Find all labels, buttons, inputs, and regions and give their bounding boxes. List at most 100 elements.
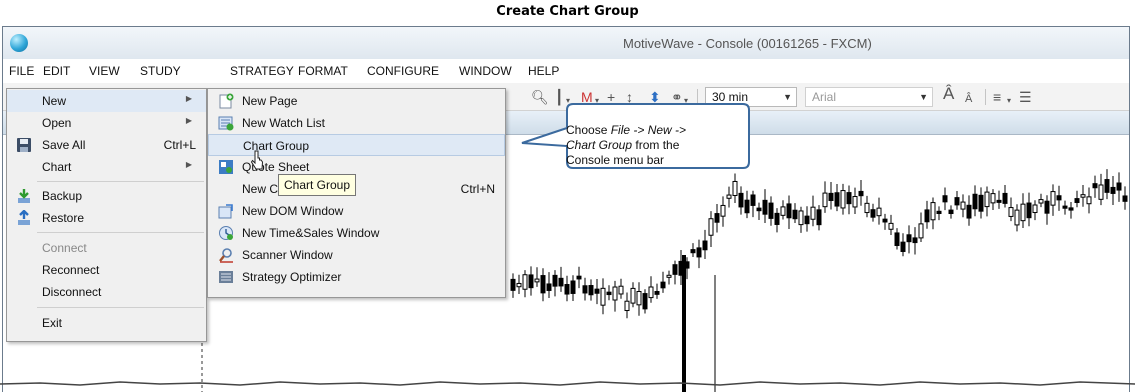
candle-body — [1026, 202, 1032, 219]
title-bar: MotiveWave - Console (00161265 - FXCM) — [3, 27, 1129, 59]
candle-body — [660, 281, 666, 289]
callout-text: Choose File -> New -> Chart Group from t… — [566, 123, 726, 168]
watch-list-icon — [218, 116, 234, 131]
candle-body — [1038, 199, 1044, 204]
candle-body — [636, 291, 642, 306]
new-menu-new-dom-window[interactable]: New DOM Window — [208, 200, 505, 222]
file-menu-chart[interactable]: Chart ▶ — [7, 156, 206, 178]
candle-body — [618, 285, 624, 295]
candle-body — [552, 274, 558, 287]
menu-strategy[interactable]: STRATEGY — [230, 64, 294, 78]
chevron-down-icon: ▼ — [919, 92, 928, 102]
line-style-icon[interactable]: ≡ — [993, 87, 1001, 107]
file-menu-new[interactable]: New ▶ — [7, 90, 206, 112]
candle-body — [972, 193, 978, 210]
candle-body — [882, 218, 888, 223]
candle-body — [870, 209, 876, 218]
candle-body — [798, 210, 804, 226]
file-menu-reconnect[interactable]: Reconnect — [7, 259, 206, 281]
menu-view[interactable]: VIEW — [89, 64, 120, 78]
menu-window[interactable]: WINDOW — [459, 64, 512, 78]
candle-body — [1086, 196, 1092, 205]
candle-body — [1044, 200, 1050, 214]
file-menu-restore[interactable]: Restore — [7, 207, 206, 229]
file-menu-exit[interactable]: Exit — [7, 312, 206, 334]
menu-item-label: Exit — [42, 316, 63, 330]
candle-body — [828, 192, 834, 202]
menu-edit[interactable]: EDIT — [43, 64, 70, 78]
quote-sheet-icon — [219, 160, 233, 174]
file-menu-open[interactable]: Open ▶ — [7, 112, 206, 134]
candle-body — [576, 275, 582, 280]
candle-body — [792, 209, 798, 220]
menu-item-label: Save All — [42, 138, 86, 152]
candle-body — [510, 278, 516, 291]
menu-item-label: New Page — [242, 94, 298, 108]
candle-body — [774, 212, 780, 225]
mouse-cursor-icon — [250, 150, 264, 170]
scanner-icon — [219, 248, 233, 263]
time-sales-icon — [219, 226, 233, 240]
candle-body — [1020, 203, 1026, 222]
line-weight-icon[interactable]: ☰ — [1019, 87, 1032, 107]
candle-body — [702, 240, 708, 251]
candle-body — [1056, 195, 1062, 201]
candle-body — [672, 264, 678, 275]
candle-body — [942, 195, 948, 203]
callout-text-part: Chart Group — [566, 138, 633, 152]
file-menu-backup[interactable]: Backup — [7, 185, 206, 207]
candle-body — [948, 209, 954, 215]
menu-study[interactable]: STUDY — [140, 64, 181, 78]
candle-body — [894, 232, 900, 246]
menu-separator — [37, 307, 204, 308]
candle-body — [738, 192, 744, 208]
font-increase-icon[interactable]: Â — [943, 84, 954, 104]
candle-body — [750, 194, 756, 206]
candle-body — [822, 192, 828, 208]
new-page-icon — [219, 93, 234, 109]
menu-file[interactable]: FILE — [9, 64, 34, 78]
motivewave-logo-icon — [10, 34, 28, 52]
candle-body — [546, 283, 552, 291]
menu-item-label: Connect — [42, 241, 87, 255]
candle-body — [648, 286, 654, 299]
menu-configure[interactable]: CONFIGURE — [367, 64, 439, 78]
candle-body — [624, 300, 630, 312]
candle-body — [588, 285, 594, 296]
font-decrease-icon[interactable]: Â — [965, 89, 972, 109]
candle-body — [1104, 179, 1110, 193]
dom-window-icon — [218, 204, 233, 219]
candle-body — [762, 199, 768, 215]
candle-body — [726, 194, 732, 199]
file-menu-disconnect[interactable]: Disconnect — [7, 281, 206, 303]
candle-body — [570, 280, 576, 294]
menu-format[interactable]: FORMAT — [298, 64, 348, 78]
candle-body — [1068, 207, 1074, 211]
toolbar-separator — [985, 89, 986, 105]
menu-item-label: Reconnect — [42, 263, 100, 277]
new-menu-new-chart[interactable]: New Cha Ctrl+N — [208, 178, 505, 200]
candle-body — [654, 290, 660, 295]
file-menu-save-all[interactable]: Save All Ctrl+L — [7, 134, 206, 156]
font-select[interactable]: Arial ▼ — [805, 87, 933, 107]
restore-icon — [18, 210, 30, 225]
new-menu-new-time-sales-window[interactable]: New Time&Sales Window — [208, 222, 505, 244]
new-menu-new-page[interactable]: New Page — [208, 90, 505, 112]
candle-body — [594, 288, 600, 294]
candle-body — [612, 286, 618, 301]
chevron-down-icon[interactable]: ▾ — [1007, 91, 1011, 111]
callout-text-part: File -> New -> — [610, 123, 687, 137]
menu-item-label: Scanner Window — [242, 248, 333, 262]
menu-item-label: Disconnect — [42, 285, 102, 299]
menu-item-label: New Time&Sales Window — [242, 226, 380, 240]
new-menu-strategy-optimizer[interactable]: Strategy Optimizer — [208, 266, 505, 288]
menu-item-label: Strategy Optimizer — [242, 270, 342, 284]
new-menu-scanner-window[interactable]: Scanner Window — [208, 244, 505, 266]
candle-body — [606, 291, 612, 296]
candle-body — [540, 275, 546, 294]
new-menu-new-watch-list[interactable]: New Watch List — [208, 112, 505, 134]
menu-help[interactable]: HELP — [528, 64, 559, 78]
menu-item-shortcut: Ctrl+L — [163, 138, 196, 152]
candle-body — [936, 210, 942, 215]
candle-body — [846, 192, 852, 205]
